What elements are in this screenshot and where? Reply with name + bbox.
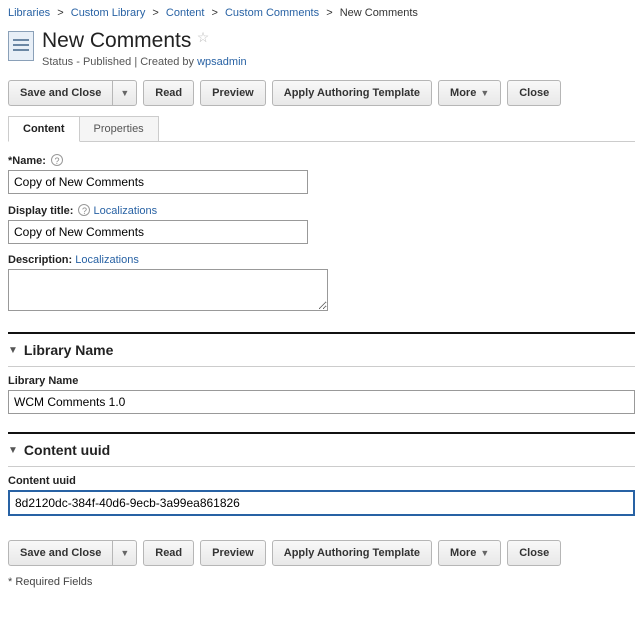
description-label: Description: Localizations <box>8 254 635 266</box>
content-uuid-label: Content uuid <box>8 475 635 487</box>
chevron-down-icon: ▼ <box>120 88 129 98</box>
chevron-down-icon: ▼ <box>480 548 489 558</box>
created-by-link[interactable]: wpsadmin <box>197 56 247 68</box>
read-button[interactable]: Read <box>143 540 194 566</box>
required-fields-note: * Required Fields <box>8 576 635 588</box>
field-content-uuid: Content uuid <box>8 475 635 516</box>
tab-content[interactable]: Content <box>8 116 80 142</box>
divider <box>8 332 635 334</box>
breadcrumb-custom-library[interactable]: Custom Library <box>71 7 146 19</box>
name-label: *Name: ? <box>8 154 635 167</box>
favorite-star-icon[interactable]: ☆ <box>197 29 210 45</box>
breadcrumb-sep: > <box>211 7 217 19</box>
breadcrumb-sep: > <box>57 7 63 19</box>
content-uuid-input[interactable] <box>8 490 635 516</box>
library-name-input[interactable] <box>8 390 635 414</box>
help-icon[interactable]: ? <box>78 204 90 216</box>
breadcrumb-libraries[interactable]: Libraries <box>8 7 50 19</box>
description-textarea[interactable] <box>8 269 328 311</box>
field-display-title: Display title: ? Localizations <box>8 204 635 244</box>
apply-authoring-template-button[interactable]: Apply Authoring Template <box>272 540 432 566</box>
breadcrumb-content[interactable]: Content <box>166 7 205 19</box>
section-title: Library Name <box>24 342 113 358</box>
field-library-name: Library Name <box>8 375 635 414</box>
disclosure-triangle-icon: ▼ <box>8 445 18 456</box>
document-icon <box>8 31 34 61</box>
breadcrumb: Libraries > Custom Library > Content > C… <box>8 5 635 29</box>
save-and-close-button[interactable]: Save and Close <box>8 80 112 106</box>
read-button[interactable]: Read <box>143 80 194 106</box>
page-header: New Comments ☆ Status - Published | Crea… <box>8 29 635 68</box>
breadcrumb-custom-comments[interactable]: Custom Comments <box>225 7 319 19</box>
tabs: Content Properties <box>8 116 635 142</box>
breadcrumb-sep: > <box>326 7 332 19</box>
disclosure-triangle-icon: ▼ <box>8 345 18 356</box>
localizations-link[interactable]: Localizations <box>75 254 139 266</box>
save-and-close-dropdown[interactable]: ▼ <box>112 80 137 106</box>
apply-authoring-template-button[interactable]: Apply Authoring Template <box>272 80 432 106</box>
save-and-close-dropdown[interactable]: ▼ <box>112 540 137 566</box>
breadcrumb-sep: > <box>152 7 158 19</box>
page-title: New Comments <box>42 29 191 52</box>
chevron-down-icon: ▼ <box>480 88 489 98</box>
section-header-content-uuid[interactable]: ▼ Content uuid <box>8 442 635 458</box>
name-input[interactable] <box>8 170 308 194</box>
close-button[interactable]: Close <box>507 540 561 566</box>
more-button[interactable]: More▼ <box>438 80 501 106</box>
divider <box>8 466 635 467</box>
section-header-library-name[interactable]: ▼ Library Name <box>8 342 635 358</box>
preview-button[interactable]: Preview <box>200 540 266 566</box>
toolbar-bottom: Save and Close ▼ Read Preview Apply Auth… <box>8 540 635 566</box>
field-name: *Name: ? <box>8 154 635 194</box>
display-title-input[interactable] <box>8 220 308 244</box>
toolbar-top: Save and Close ▼ Read Preview Apply Auth… <box>8 80 635 106</box>
preview-button[interactable]: Preview <box>200 80 266 106</box>
chevron-down-icon: ▼ <box>120 548 129 558</box>
divider <box>8 432 635 434</box>
section-title: Content uuid <box>24 442 110 458</box>
localizations-link[interactable]: Localizations <box>94 205 158 217</box>
status-line: Status - Published | Created by wpsadmin <box>42 56 247 68</box>
status-text: Status - Published | Created by <box>42 56 197 68</box>
tab-properties[interactable]: Properties <box>79 116 159 141</box>
more-button[interactable]: More▼ <box>438 540 501 566</box>
library-name-label: Library Name <box>8 375 635 387</box>
help-icon[interactable]: ? <box>51 154 63 166</box>
close-button[interactable]: Close <box>507 80 561 106</box>
display-title-label: Display title: ? Localizations <box>8 204 635 217</box>
save-and-close-button[interactable]: Save and Close <box>8 540 112 566</box>
divider <box>8 366 635 367</box>
field-description: Description: Localizations <box>8 254 635 314</box>
breadcrumb-current: New Comments <box>340 7 418 19</box>
